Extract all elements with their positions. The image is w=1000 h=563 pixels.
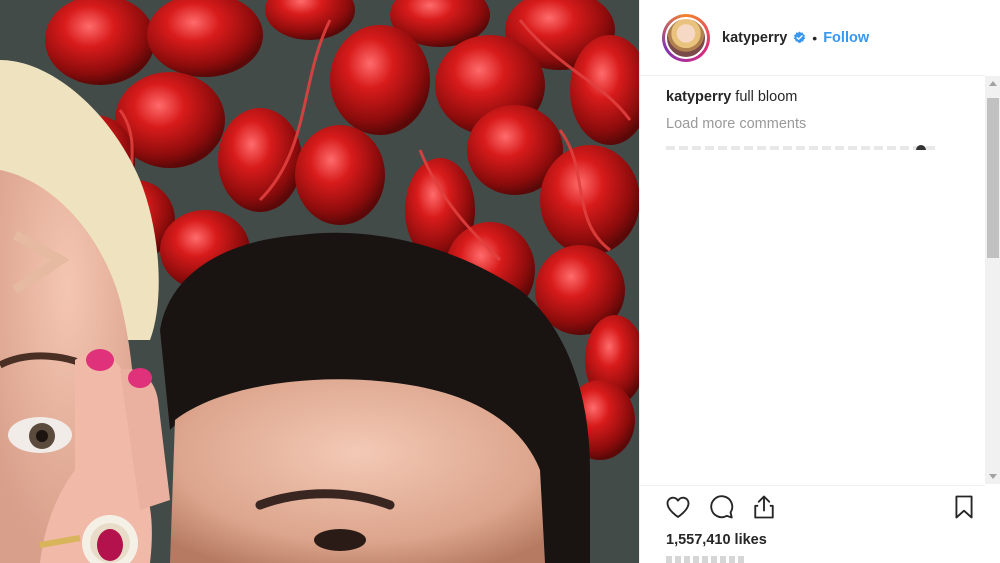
- actions-divider: [640, 485, 985, 486]
- faint-comment-avatar: [916, 145, 926, 150]
- comment-icon[interactable]: [707, 493, 737, 523]
- avatar[interactable]: [662, 13, 710, 62]
- verified-badge-icon: [793, 31, 806, 44]
- comments-area: katyperry full bloom Load more comments: [666, 88, 966, 133]
- action-bar: [664, 493, 984, 525]
- scroll-down-arrow-icon[interactable]: [989, 474, 997, 479]
- caption-username[interactable]: katyperry: [666, 89, 731, 105]
- share-icon[interactable]: [750, 493, 780, 523]
- load-more-comments-button[interactable]: Load more comments: [666, 115, 966, 133]
- heart-icon[interactable]: [664, 493, 694, 523]
- photo-image: [0, 0, 639, 563]
- scroll-thumb[interactable]: [987, 98, 999, 258]
- post-photo: [0, 0, 639, 563]
- post-header: katyperry • Follow: [640, 0, 985, 76]
- faint-comment-row: [666, 146, 936, 150]
- caption: katyperry full bloom: [666, 88, 966, 106]
- separator-dot: •: [812, 29, 818, 46]
- username[interactable]: katyperry: [722, 30, 787, 46]
- avatar-image: [665, 16, 707, 59]
- scroll-up-arrow-icon[interactable]: [989, 81, 997, 86]
- post-side-panel: katyperry • Follow katyperry full bloom L…: [639, 0, 1000, 563]
- timestamp-cutoff: [666, 556, 746, 563]
- caption-text: full bloom: [735, 89, 798, 105]
- comments-scrollbar[interactable]: [985, 76, 1000, 484]
- likes-count[interactable]: 1,557,410 likes: [666, 532, 767, 548]
- follow-button[interactable]: Follow: [823, 30, 869, 46]
- bookmark-icon[interactable]: [950, 493, 980, 523]
